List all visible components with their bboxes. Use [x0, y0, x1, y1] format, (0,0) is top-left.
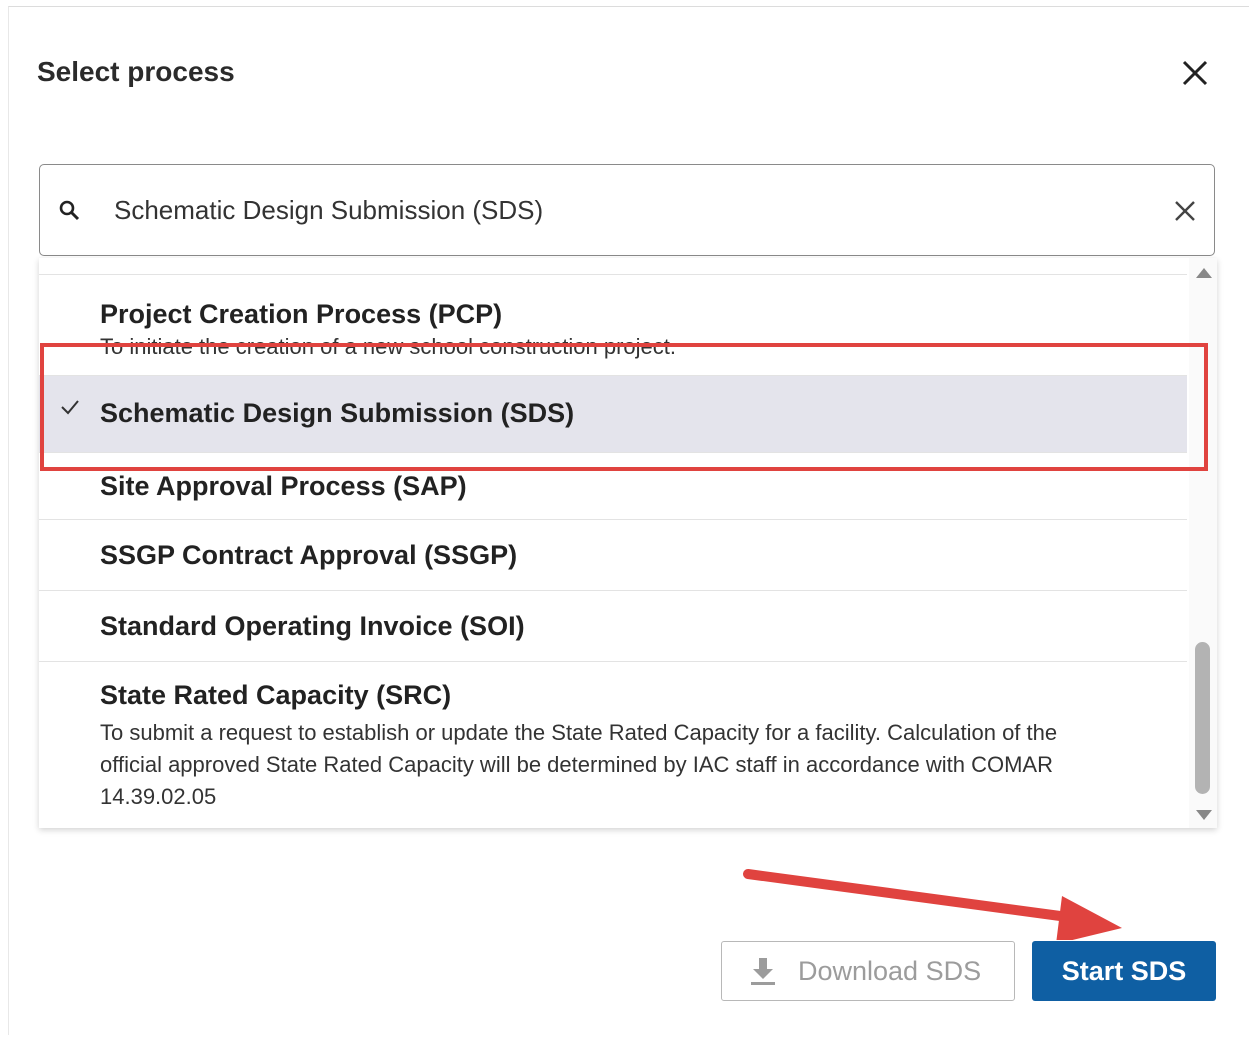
download-icon	[751, 958, 775, 985]
process-option-sap[interactable]: Site Approval Process (SAP)	[39, 453, 1187, 520]
process-option-src[interactable]: State Rated Capacity (SRC) To submit a r…	[39, 662, 1187, 828]
close-icon	[1182, 60, 1208, 86]
start-sds-button[interactable]: Start SDS	[1032, 941, 1216, 1001]
scrollbar-thumb[interactable]	[1195, 642, 1210, 794]
option-description: To initiate the creation of a new school…	[100, 334, 676, 359]
option-title: State Rated Capacity (SRC)	[100, 680, 452, 710]
process-search-input[interactable]	[114, 187, 1154, 233]
close-dialog-button[interactable]	[1176, 54, 1214, 92]
scroll-up-arrow-icon[interactable]	[1196, 268, 1212, 278]
option-title: Standard Operating Invoice (SOI)	[100, 611, 525, 641]
list-scrollbar[interactable]	[1189, 258, 1217, 828]
list-item-partial	[39, 258, 1187, 275]
search-icon	[59, 200, 80, 221]
dialog-title: Select process	[37, 56, 235, 87]
option-title: SSGP Contract Approval (SSGP)	[100, 540, 518, 570]
scroll-down-arrow-icon[interactable]	[1196, 810, 1212, 820]
process-search-box	[39, 164, 1215, 256]
process-option-sds[interactable]: Schematic Design Submission (SDS)	[39, 376, 1187, 453]
checkmark-icon	[61, 400, 79, 415]
option-description: To submit a request to establish or upda…	[100, 720, 1058, 809]
process-option-ssgp[interactable]: SSGP Contract Approval (SSGP)	[39, 520, 1187, 591]
process-options-list: Project Creation Process (PCP) To initia…	[39, 258, 1217, 828]
option-title: Site Approval Process (SAP)	[100, 471, 467, 501]
download-sds-button[interactable]: Download SDS	[721, 941, 1015, 1001]
process-option-pcp[interactable]: Project Creation Process (PCP) To initia…	[39, 275, 1187, 376]
option-title: Project Creation Process (PCP)	[100, 299, 503, 329]
option-title: Schematic Design Submission (SDS)	[100, 398, 575, 428]
download-sds-label: Download SDS	[798, 956, 982, 986]
clear-search-icon[interactable]	[1171, 197, 1199, 225]
process-option-soi[interactable]: Standard Operating Invoice (SOI)	[39, 591, 1187, 662]
